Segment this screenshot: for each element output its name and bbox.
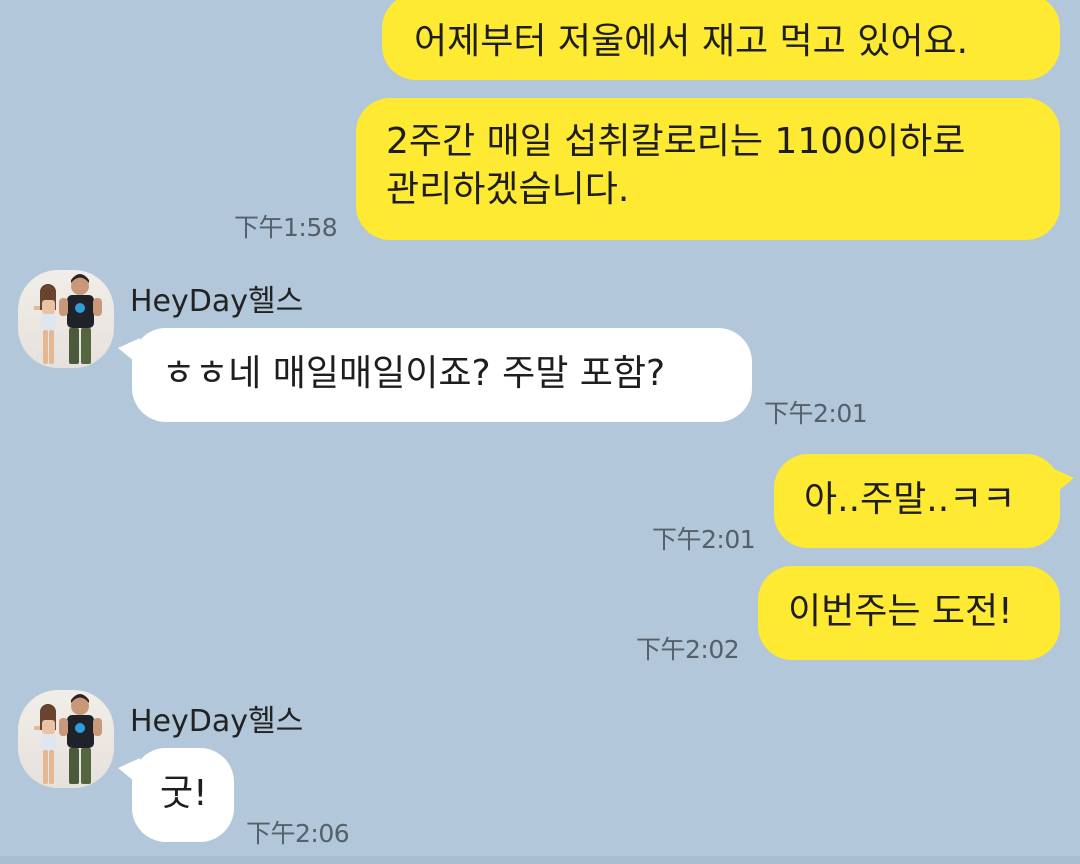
message-timestamp: 下午1:58 — [234, 213, 338, 242]
my-message-bubble[interactable]: 어제부터 저울에서 재고 먹고 있어요. — [382, 0, 1060, 80]
message-timestamp: 下午2:01 — [764, 399, 868, 428]
sender-avatar[interactable] — [18, 690, 114, 788]
message-line: 관리하겠습니다. — [386, 169, 630, 210]
message-line: 2주간 매일 섭취칼로리는 1100이하로 — [386, 121, 966, 162]
their-message-bubble[interactable]: ㅎㅎ네 매일매일이죠? 주말 포함? — [118, 328, 752, 422]
their-message-bubble[interactable]: 굿! — [118, 748, 234, 842]
sender-name: HeyDay헬스 — [130, 704, 304, 739]
message-line: 이번주는 도전! — [788, 591, 1013, 632]
bottom-edge — [0, 856, 1080, 864]
message-line: 어제부터 저울에서 재고 먹고 있어요. — [414, 21, 969, 62]
message-line: ㅎㅎ네 매일매일이죠? 주말 포함? — [162, 353, 666, 394]
message-timestamp: 下午2:01 — [652, 525, 756, 554]
my-message-bubble[interactable]: 이번주는 도전! — [758, 566, 1060, 660]
chat-message-list[interactable]: 어제부터 저울에서 재고 먹고 있어요. 2주간 매일 섭취칼로리는 1100이… — [0, 0, 1080, 864]
sender-avatar[interactable] — [18, 270, 114, 368]
message-timestamp: 下午2:06 — [246, 819, 350, 848]
profile-photo-icon — [34, 274, 102, 364]
message-line: 아..주말..ㅋㅋ — [804, 479, 1016, 520]
message-line: 굿! — [160, 773, 208, 814]
message-timestamp: 下午2:02 — [636, 635, 740, 664]
profile-photo-icon — [34, 694, 102, 784]
my-message-bubble[interactable]: 아..주말..ㅋㅋ — [774, 454, 1074, 548]
my-message-bubble[interactable]: 2주간 매일 섭취칼로리는 1100이하로 관리하겠습니다. — [356, 98, 1060, 240]
sender-name: HeyDay헬스 — [130, 284, 304, 319]
